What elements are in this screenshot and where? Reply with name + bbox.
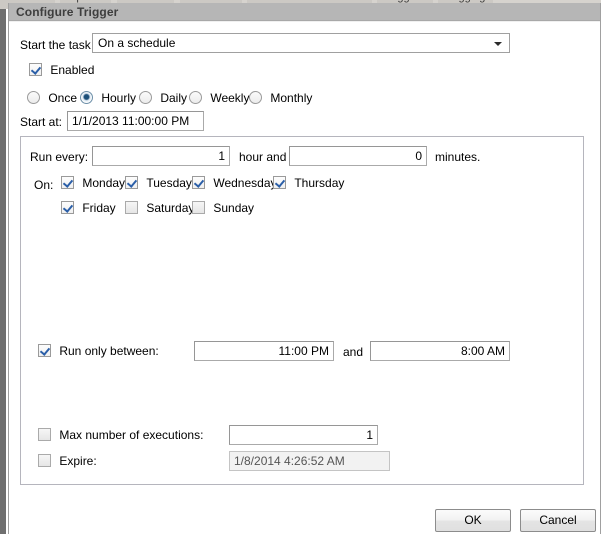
cancel-button[interactable]: Cancel xyxy=(520,509,596,532)
run-every-minutes-unit-label: minutes. xyxy=(435,150,481,164)
frequency-radio-hourly[interactable]: Hourly xyxy=(80,91,136,105)
checkbox-icon xyxy=(125,176,138,189)
expire-label: Expire: xyxy=(59,454,97,468)
start-at-label: Start at: xyxy=(20,115,63,129)
max-executions-checkbox[interactable]: Max number of executions: xyxy=(38,428,203,442)
run-every-minutes-input[interactable]: 0 xyxy=(289,146,427,166)
dialog-body: Start the task On a schedule Enabled Onc… xyxy=(9,22,600,534)
max-executions-input[interactable]: 1 xyxy=(229,425,378,445)
checkbox-icon xyxy=(38,344,51,357)
enabled-label: Enabled xyxy=(50,63,95,77)
checkbox-icon xyxy=(38,454,51,467)
day-label-monday: Monday xyxy=(82,176,126,190)
ok-button[interactable]: OK xyxy=(435,509,511,532)
checkbox-icon xyxy=(273,176,286,189)
expire-input[interactable]: 1/8/2014 4:26:52 AM xyxy=(229,451,390,471)
dialog-title: Configure Trigger xyxy=(16,5,119,19)
radio-icon xyxy=(139,91,152,104)
max-executions-label: Max number of executions: xyxy=(59,428,204,442)
background-tab-label: Document Information xyxy=(255,0,363,3)
frequency-label-daily: Daily xyxy=(160,91,188,105)
background-window-left-edge xyxy=(0,9,6,534)
start-the-task-value: On a schedule xyxy=(98,36,176,50)
day-checkbox-tuesday[interactable]: Tuesday xyxy=(125,176,192,190)
radio-icon-selected xyxy=(80,91,93,104)
enabled-checkbox[interactable]: Enabled xyxy=(29,63,94,77)
start-the-task-label: Start the task xyxy=(20,38,91,52)
run-only-between-label: Run only between: xyxy=(59,344,159,358)
day-label-tuesday: Tuesday xyxy=(146,176,192,190)
run-every-label: Run every: xyxy=(30,150,89,164)
run-only-between-separator-label: and xyxy=(343,345,364,359)
checkbox-icon xyxy=(125,201,138,214)
chevron-down-icon xyxy=(494,42,502,46)
frequency-radio-weekly[interactable]: Weekly xyxy=(189,91,249,105)
background-tab-label: General xyxy=(8,0,47,3)
background-tab-label: Logging xyxy=(446,0,485,3)
checkbox-icon xyxy=(192,176,205,189)
day-label-friday: Friday xyxy=(82,201,116,215)
start-the-task-combobox[interactable]: On a schedule xyxy=(92,33,510,53)
frequency-radio-daily[interactable]: Daily xyxy=(139,91,187,105)
background-tab-label: Headers xyxy=(125,0,167,3)
run-every-hours-input[interactable]: 1 xyxy=(92,146,230,166)
run-every-hours-unit-label: hour and xyxy=(239,150,287,164)
background-tab-label: Triggers xyxy=(385,0,425,3)
configure-trigger-dialog: Configure Trigger Start the task On a sc… xyxy=(8,3,601,534)
frequency-label-weekly: Weekly xyxy=(210,91,250,105)
day-label-thursday: Thursday xyxy=(294,176,345,190)
checkbox-icon xyxy=(61,201,74,214)
expire-checkbox[interactable]: Expire: xyxy=(38,454,97,468)
start-at-input[interactable]: 1/1/2013 11:00:00 PM xyxy=(67,111,204,131)
day-label-saturday: Saturday xyxy=(146,201,195,215)
day-checkbox-friday[interactable]: Friday xyxy=(61,201,116,215)
frequency-radio-once[interactable]: Once xyxy=(27,91,77,105)
day-label-wednesday: Wednesday xyxy=(213,176,277,190)
radio-icon xyxy=(27,91,40,104)
day-checkbox-wednesday[interactable]: Wednesday xyxy=(192,176,277,190)
run-only-between-from-input[interactable]: 11:00 PM xyxy=(194,341,334,361)
background-tab-label: Upload xyxy=(68,0,103,3)
frequency-label-hourly: Hourly xyxy=(101,91,137,105)
day-label-sunday: Sunday xyxy=(213,201,255,215)
day-checkbox-thursday[interactable]: Thursday xyxy=(273,176,344,190)
on-days-label: On: xyxy=(34,178,54,192)
radio-icon xyxy=(189,91,202,104)
frequency-radio-monthly[interactable]: Monthly xyxy=(249,91,312,105)
day-checkbox-sunday[interactable]: Sunday xyxy=(192,201,254,215)
run-only-between-checkbox[interactable]: Run only between: xyxy=(38,344,159,358)
checkbox-icon xyxy=(61,176,74,189)
frequency-label-monthly: Monthly xyxy=(270,91,313,105)
background-tab-label: Distribute xyxy=(188,0,234,3)
checkbox-icon xyxy=(38,428,51,441)
day-checkbox-monday[interactable]: Monday xyxy=(61,176,125,190)
radio-icon xyxy=(249,91,262,104)
schedule-options-panel: Run every: 1 hour and 0 minutes. On: Mon… xyxy=(20,136,584,485)
checkbox-icon xyxy=(192,201,205,214)
dialog-title-bar: Configure Trigger xyxy=(9,3,600,21)
day-checkbox-saturday[interactable]: Saturday xyxy=(125,201,194,215)
frequency-label-once: Once xyxy=(48,91,78,105)
run-only-between-to-input[interactable]: 8:00 AM xyxy=(370,341,510,361)
checkbox-icon xyxy=(29,63,42,76)
